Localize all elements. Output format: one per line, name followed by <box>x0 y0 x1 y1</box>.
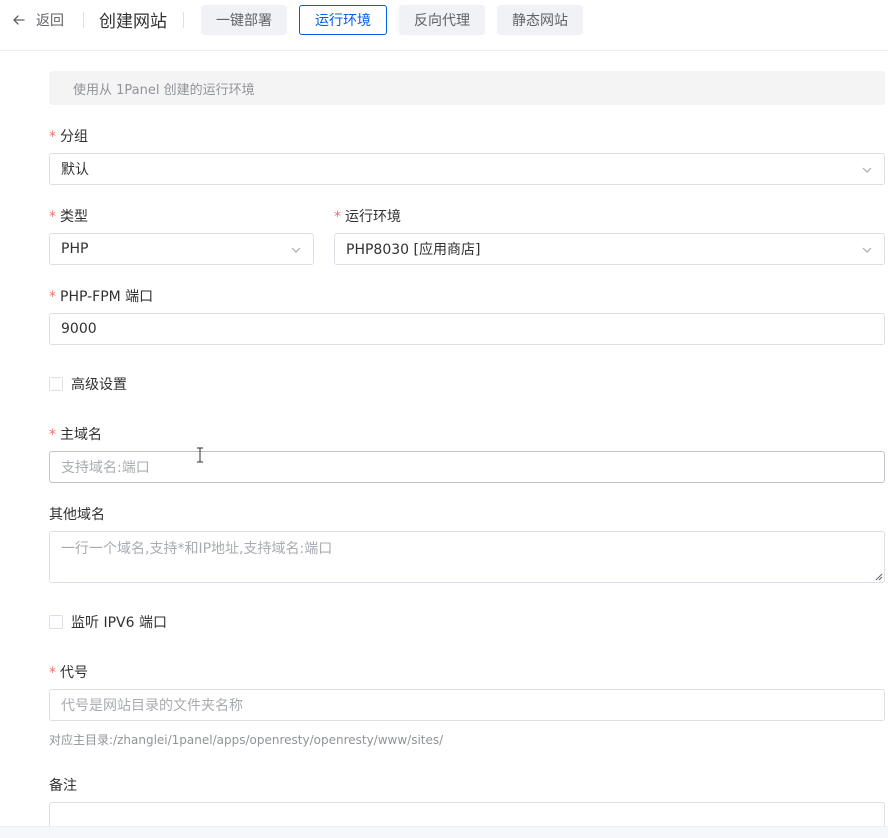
alias-label-text: 代号 <box>60 665 88 681</box>
primary-domain-label: * 主域名 <box>49 424 102 444</box>
fpm-port-value: 9000 <box>61 321 97 337</box>
alias-directory-hint: 对应主目录:/zhanglei/1panel/apps/openresty/op… <box>49 733 444 747</box>
back-button[interactable]: 返回 <box>12 10 64 30</box>
group-select[interactable]: 默认 <box>49 153 885 185</box>
page-title: 创建网站 <box>99 12 167 32</box>
alias-placeholder: 代号是网站目录的文件夹名称 <box>61 698 243 714</box>
chevron-down-icon <box>291 247 301 253</box>
primary-domain-placeholder: 支持域名:端口 <box>61 460 150 476</box>
ipv6-checkbox[interactable]: 监听 IPV6 端口 <box>49 612 167 632</box>
required-mark: * <box>49 289 56 305</box>
page-header: 返回 创建网站 一键部署 运行环境 反向代理 静态网站 <box>0 0 888 51</box>
group-label: * 分组 <box>49 126 88 146</box>
checkbox-box[interactable] <box>49 377 63 391</box>
other-domains-label: 其他域名 <box>49 507 105 523</box>
fpm-port-label: * PHP-FPM 端口 <box>49 286 153 306</box>
divider <box>83 12 84 28</box>
info-alert: 使用从 1Panel 创建的运行环境 <box>49 71 885 105</box>
chevron-down-icon <box>862 167 872 173</box>
text-cursor-icon <box>197 447 203 463</box>
runtime-label-text: 运行环境 <box>345 209 401 225</box>
runtime-select[interactable]: PHP8030 [应用商店] <box>334 233 885 265</box>
tab-static-site[interactable]: 静态网站 <box>497 5 583 35</box>
tab-runtime[interactable]: 运行环境 <box>299 5 387 35</box>
primary-domain-label-text: 主域名 <box>60 427 102 443</box>
fpm-port-input[interactable]: 9000 <box>49 313 885 345</box>
type-select-value: PHP <box>61 241 89 257</box>
alias-input[interactable]: 代号是网站目录的文件夹名称 <box>49 689 885 721</box>
type-select[interactable]: PHP <box>49 233 314 265</box>
chevron-down-icon <box>862 247 872 253</box>
other-domains-placeholder: 一行一个域名,支持*和IP地址,支持域名:端口 <box>61 541 333 557</box>
advanced-settings-checkbox[interactable]: 高级设置 <box>49 374 127 394</box>
runtime-label: * 运行环境 <box>334 206 401 226</box>
fpm-port-label-text: PHP-FPM 端口 <box>60 289 154 305</box>
advanced-settings-label: 高级设置 <box>71 377 127 393</box>
tab-one-click-deploy[interactable]: 一键部署 <box>201 5 287 35</box>
checkbox-box[interactable] <box>49 615 63 629</box>
tab-reverse-proxy[interactable]: 反向代理 <box>399 5 485 35</box>
bottom-edge <box>0 826 888 838</box>
required-mark: * <box>49 129 56 145</box>
type-label: * 类型 <box>49 206 88 226</box>
primary-domain-input[interactable]: 支持域名:端口 <box>49 451 885 483</box>
resize-handle-icon[interactable] <box>875 573 883 581</box>
runtime-select-value: PHP8030 [应用商店] <box>346 242 481 258</box>
required-mark: * <box>334 209 341 225</box>
remark-label: 备注 <box>49 778 77 794</box>
type-label-text: 类型 <box>60 209 88 225</box>
ipv6-label: 监听 IPV6 端口 <box>71 615 167 631</box>
arrow-left-icon <box>13 15 25 25</box>
required-mark: * <box>49 209 56 225</box>
required-mark: * <box>49 427 56 443</box>
group-select-value: 默认 <box>61 162 89 178</box>
other-domains-textarea[interactable]: 一行一个域名,支持*和IP地址,支持域名:端口 <box>49 531 885 583</box>
required-mark: * <box>49 665 56 681</box>
group-label-text: 分组 <box>60 129 88 145</box>
alias-label: * 代号 <box>49 662 88 682</box>
divider <box>183 12 184 28</box>
back-label: 返回 <box>36 13 64 29</box>
